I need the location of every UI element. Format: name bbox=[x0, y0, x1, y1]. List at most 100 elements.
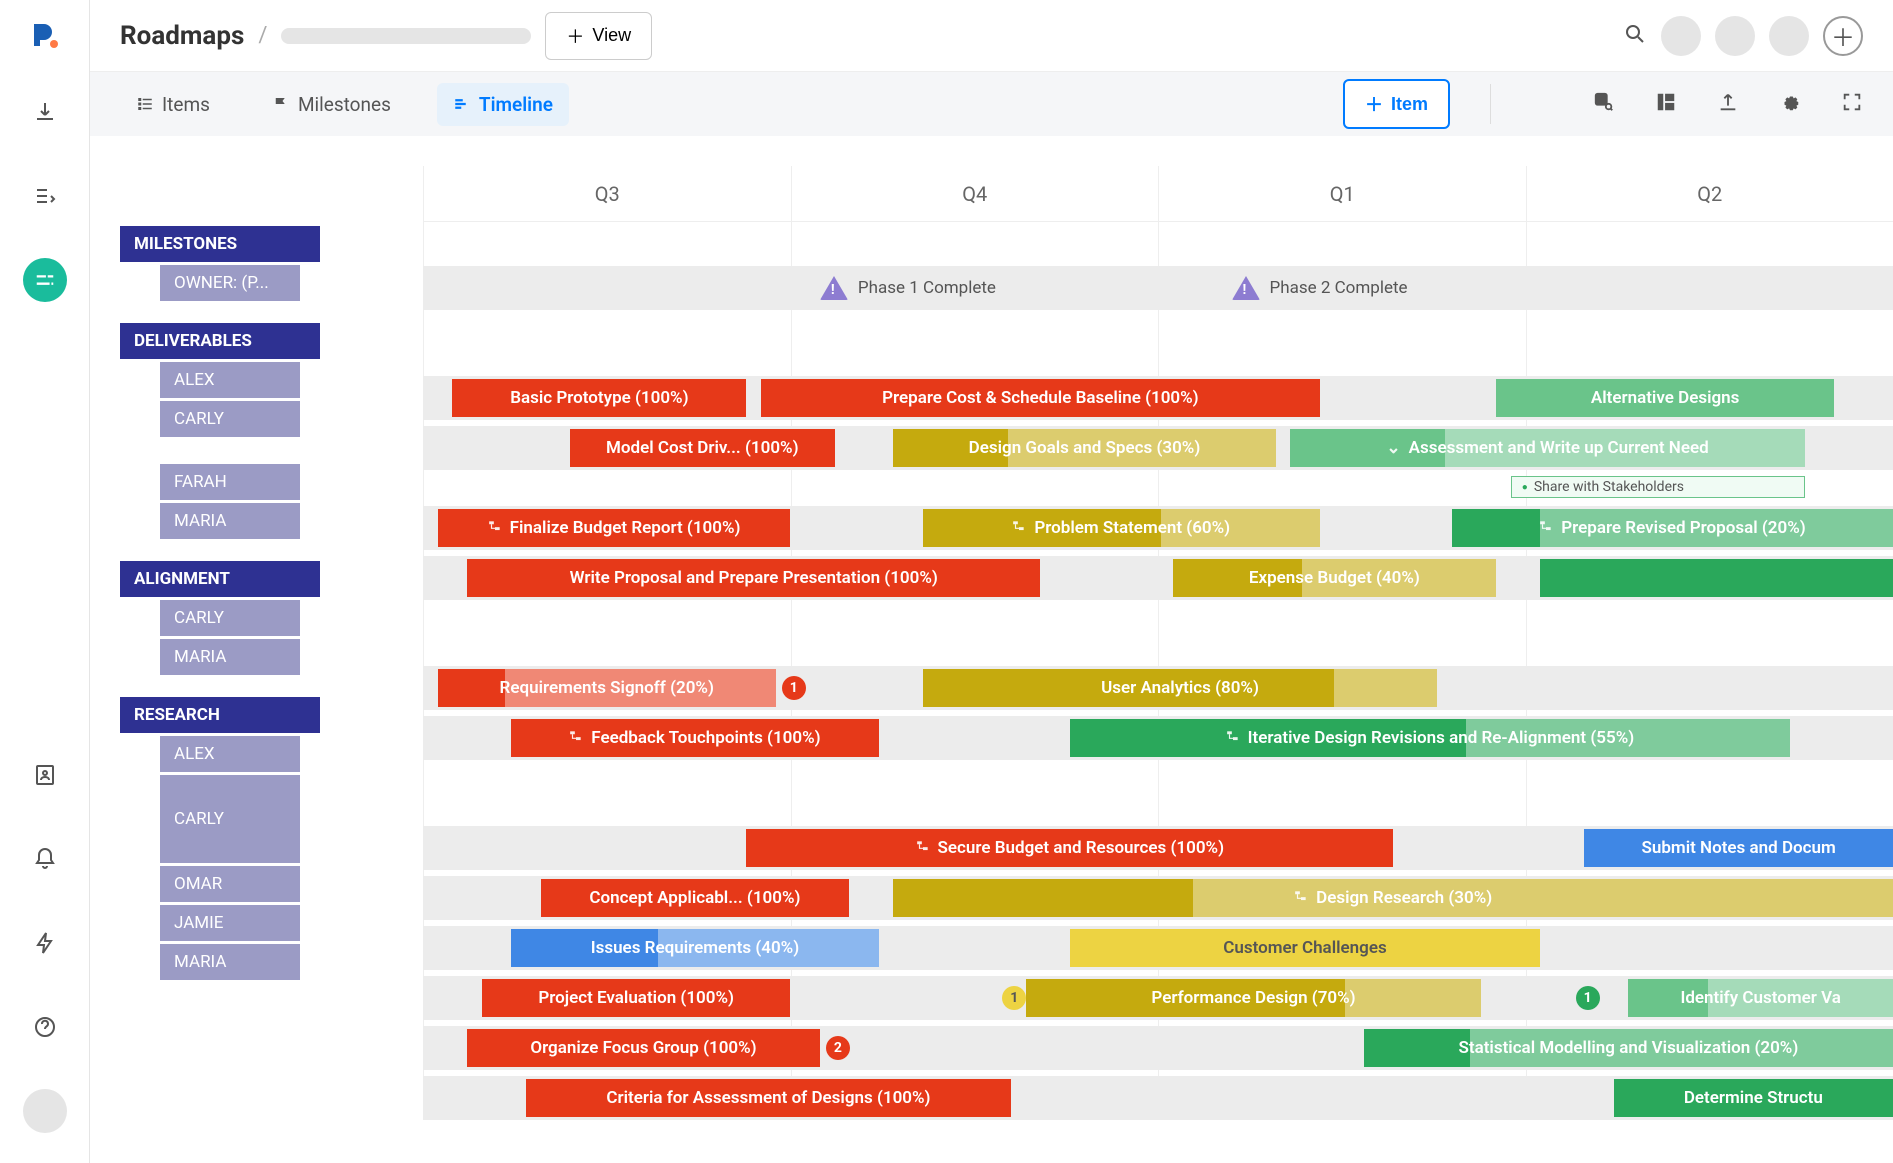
subtasks-icon bbox=[1226, 728, 1240, 748]
bolt-icon[interactable] bbox=[23, 921, 67, 965]
quarter-header: Q4 bbox=[791, 166, 1159, 221]
bar-label: Finalize Budget Report (100%) bbox=[510, 518, 741, 538]
add-view-button[interactable]: ＋ View bbox=[545, 12, 652, 60]
bar-label: Prepare Cost & Schedule Baseline (100%) bbox=[882, 388, 1199, 408]
filter-icon[interactable] bbox=[1531, 91, 1553, 117]
row-label[interactable]: ALEX bbox=[160, 362, 300, 398]
search-icon[interactable] bbox=[1623, 22, 1647, 50]
avatar-placeholder bbox=[1661, 16, 1701, 56]
group-header[interactable]: MILESTONES bbox=[120, 226, 320, 262]
group-header[interactable]: RESEARCH bbox=[120, 697, 320, 733]
gantt-bar[interactable]: Criteria for Assessment of Designs (100%… bbox=[526, 1079, 1011, 1117]
gantt-bar[interactable]: ⌄Assessment and Write up Current Need bbox=[1290, 429, 1805, 467]
bar-label: Organize Focus Group (100%) bbox=[530, 1038, 756, 1058]
subtasks-icon bbox=[488, 518, 502, 538]
row-label[interactable]: JAMIE bbox=[160, 905, 300, 941]
fullscreen-icon[interactable] bbox=[1841, 91, 1863, 117]
gantt-row: Finalize Budget Report (100%) Problem Sta… bbox=[423, 506, 1893, 550]
gantt-bar[interactable]: Identify Customer Va bbox=[1628, 979, 1893, 1017]
bar-label: Project Evaluation (100%) bbox=[538, 988, 734, 1008]
milestone-marker[interactable]: Phase 2 Complete bbox=[1232, 276, 1408, 300]
row-label[interactable]: MARIA bbox=[160, 944, 300, 980]
group-header[interactable]: ALIGNMENT bbox=[120, 561, 320, 597]
subtasks-icon bbox=[1294, 888, 1308, 908]
help-icon[interactable] bbox=[23, 1005, 67, 1049]
warning-icon bbox=[1232, 276, 1260, 300]
gantt-bar[interactable]: Performance Design (70%) bbox=[1026, 979, 1482, 1017]
gantt-bar[interactable]: Prepare Cost & Schedule Baseline (100%) bbox=[761, 379, 1320, 417]
bar-label: Submit Notes and Docum bbox=[1642, 838, 1836, 858]
gantt-bar[interactable]: Organize Focus Group (100%) bbox=[467, 1029, 820, 1067]
subtasks-icon bbox=[1539, 518, 1553, 538]
gantt-bar[interactable]: Requirements Signoff (20%) bbox=[438, 669, 776, 707]
download-icon[interactable] bbox=[23, 90, 67, 134]
gantt-bar[interactable]: Basic Prototype (100%) bbox=[452, 379, 746, 417]
gantt-bar[interactable]: Expense Budget (40%) bbox=[1173, 559, 1496, 597]
milestone-marker[interactable]: Phase 1 Complete bbox=[820, 276, 996, 300]
items-view-btn[interactable]: Items bbox=[120, 83, 226, 126]
user-avatar[interactable] bbox=[23, 1089, 67, 1133]
subtasks-icon bbox=[916, 838, 930, 858]
milestone-label: Phase 1 Complete bbox=[858, 278, 996, 298]
gantt-bar[interactable]: Customer Challenges bbox=[1070, 929, 1540, 967]
add-member-button[interactable]: ＋ bbox=[1823, 16, 1863, 56]
export-icon[interactable] bbox=[1717, 91, 1739, 117]
gantt-bar[interactable]: Design Goals and Specs (30%) bbox=[893, 429, 1275, 467]
gantt-bar[interactable]: Alternative Designs bbox=[1496, 379, 1834, 417]
gantt-bar[interactable]: Design Research (30%) bbox=[893, 879, 1893, 917]
row-label[interactable]: OWNER: (P... bbox=[160, 265, 300, 301]
gantt-bar[interactable] bbox=[1540, 559, 1893, 597]
gantt-bar[interactable]: Issues Requirements (40%) bbox=[511, 929, 879, 967]
row-label[interactable]: ALEX bbox=[160, 736, 300, 772]
row-label[interactable]: MARIA bbox=[160, 639, 300, 675]
gantt-bar[interactable]: Statistical Modelling and Visualization … bbox=[1364, 1029, 1893, 1067]
gantt-bar[interactable]: Determine Structu bbox=[1614, 1079, 1893, 1117]
timeline-view-btn[interactable]: Timeline bbox=[437, 83, 569, 126]
group-header[interactable]: DELIVERABLES bbox=[120, 323, 320, 359]
gantt-bar[interactable]: Feedback Touchpoints (100%) bbox=[511, 719, 879, 757]
bar-label: Alternative Designs bbox=[1591, 388, 1740, 408]
bar-label: Requirements Signoff (20%) bbox=[500, 678, 714, 698]
count-badge: 1 bbox=[1002, 986, 1026, 1010]
timeline-content: Q3Q4Q1Q2 Phase 1 CompletePhase 2 Complet… bbox=[90, 136, 1893, 1163]
gantt-bar[interactable]: User Analytics (80%) bbox=[923, 669, 1438, 707]
row-label[interactable]: CARLY bbox=[160, 775, 300, 863]
row-label[interactable]: FARAH bbox=[160, 464, 300, 500]
add-item-button[interactable]: ＋ Item bbox=[1343, 79, 1450, 129]
row-label[interactable]: OMAR bbox=[160, 866, 300, 902]
subtasks-icon bbox=[569, 728, 583, 748]
gantt-row: Secure Budget and Resources (100%) Submit… bbox=[423, 826, 1893, 870]
gantt-bar[interactable]: Problem Statement (60%) bbox=[923, 509, 1320, 547]
bar-label: Design Goals and Specs (30%) bbox=[969, 438, 1201, 458]
gantt-bar[interactable]: Concept Applicabl... (100%) bbox=[541, 879, 850, 917]
bar-label: Criteria for Assessment of Designs (100%… bbox=[606, 1088, 930, 1108]
gantt-bar[interactable]: Finalize Budget Report (100%) bbox=[438, 509, 791, 547]
gantt-bar[interactable]: Iterative Design Revisions and Re-Alignm… bbox=[1070, 719, 1790, 757]
link-settings-icon[interactable] bbox=[1593, 91, 1615, 117]
plus-icon: ＋ bbox=[566, 23, 584, 49]
subtask-item[interactable]: Share with Stakeholders bbox=[1511, 476, 1805, 498]
left-nav-rail bbox=[0, 0, 90, 1163]
tasks-icon[interactable] bbox=[23, 174, 67, 218]
gantt-bar[interactable]: Write Proposal and Prepare Presentation … bbox=[467, 559, 1040, 597]
row-label[interactable]: CARLY bbox=[160, 600, 300, 636]
quarter-header: Q3 bbox=[423, 166, 791, 221]
gantt-bar[interactable]: Prepare Revised Proposal (20%) bbox=[1452, 509, 1893, 547]
contacts-icon[interactable] bbox=[23, 753, 67, 797]
row-label[interactable]: MARIA bbox=[160, 503, 300, 539]
row-label[interactable]: CARLY bbox=[160, 401, 300, 437]
warning-icon bbox=[820, 276, 848, 300]
bell-icon[interactable] bbox=[23, 837, 67, 881]
milestones-view-btn[interactable]: Milestones bbox=[256, 83, 407, 126]
gantt-bar[interactable]: Model Cost Driv... (100%) bbox=[570, 429, 835, 467]
gantt-row: Write Proposal and Prepare Presentation … bbox=[423, 556, 1893, 600]
timeline-nav-icon[interactable] bbox=[23, 258, 67, 302]
gantt-bar[interactable]: Submit Notes and Docum bbox=[1584, 829, 1893, 867]
gantt-bar[interactable]: Project Evaluation (100%) bbox=[482, 979, 791, 1017]
count-badge: 1 bbox=[782, 676, 806, 700]
avatar-placeholder bbox=[1715, 16, 1755, 56]
gear-icon[interactable] bbox=[1779, 91, 1801, 117]
gantt-bar[interactable]: Secure Budget and Resources (100%) bbox=[746, 829, 1393, 867]
bar-label: Performance Design (70%) bbox=[1151, 988, 1355, 1008]
layout-icon[interactable] bbox=[1655, 91, 1677, 117]
